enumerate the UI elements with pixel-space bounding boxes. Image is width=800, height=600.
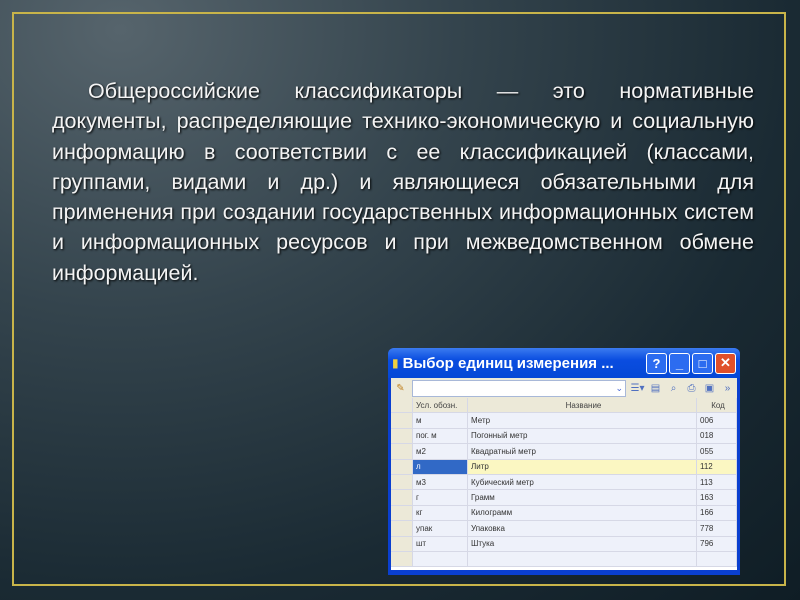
row-selector[interactable] bbox=[391, 521, 413, 537]
row-selector[interactable] bbox=[391, 444, 413, 460]
close-button[interactable]: ✕ bbox=[715, 352, 736, 374]
help-button[interactable]: ? bbox=[646, 352, 667, 374]
cell-abbr[interactable]: м bbox=[413, 413, 468, 429]
empty-cell[interactable] bbox=[697, 551, 737, 568]
cell-code[interactable]: 113 bbox=[697, 474, 737, 491]
toolbar: ✎ ⌄ ☰▾ ▤ ⌕ ⎙ ▣ » bbox=[391, 378, 737, 398]
list-view-icon[interactable]: ☰▾ bbox=[631, 382, 645, 395]
column-header-abbr[interactable]: Усл. обозн. bbox=[413, 398, 468, 414]
cell-abbr[interactable]: упак bbox=[413, 521, 468, 537]
cell-name[interactable]: Упаковка bbox=[468, 521, 697, 537]
window-title: Выбор единиц измерения ... bbox=[402, 354, 614, 372]
minimize-button[interactable]: _ bbox=[669, 352, 690, 374]
cell-code[interactable]: 018 bbox=[697, 428, 737, 445]
window-icon: ▮ bbox=[392, 356, 399, 370]
cell-name[interactable]: Штука bbox=[468, 536, 697, 552]
cell-code[interactable]: 112 bbox=[697, 459, 737, 475]
row-selector[interactable] bbox=[391, 428, 413, 445]
cell-name[interactable]: Квадратный метр bbox=[468, 444, 697, 460]
slide-paragraph: Общероссийские классификаторы — это норм… bbox=[52, 79, 754, 285]
cell-code[interactable]: 778 bbox=[697, 521, 737, 537]
maximize-button[interactable]: □ bbox=[692, 352, 713, 374]
cell-code[interactable]: 055 bbox=[697, 444, 737, 460]
column-header-code[interactable]: Код bbox=[697, 398, 737, 414]
hierarchy-icon[interactable]: ▤ bbox=[649, 382, 662, 395]
cell-name[interactable]: Килограмм bbox=[468, 505, 697, 522]
column-header-name[interactable]: Название bbox=[468, 398, 697, 414]
units-table: Усл. обозн. Название Код м Метр 006 пог. мП… bbox=[391, 398, 737, 570]
row-selector-header bbox=[391, 398, 413, 414]
row-selector[interactable] bbox=[391, 413, 413, 429]
cell-abbr[interactable]: шт bbox=[413, 536, 468, 552]
cell-code[interactable]: 166 bbox=[697, 505, 737, 522]
row-selector[interactable] bbox=[391, 474, 413, 491]
find-icon[interactable]: ⌕ bbox=[667, 382, 680, 395]
print-icon[interactable]: ⎙ bbox=[685, 382, 698, 395]
cell-name[interactable]: Литр bbox=[468, 459, 697, 475]
cell-abbr[interactable]: пог. м bbox=[413, 428, 468, 445]
cell-name[interactable]: Кубический метр bbox=[468, 474, 697, 491]
cell-name[interactable]: Грамм bbox=[468, 490, 697, 506]
clip-icon[interactable]: ✎ bbox=[394, 382, 407, 395]
cell-code[interactable]: 796 bbox=[697, 536, 737, 552]
row-selector[interactable] bbox=[391, 490, 413, 506]
cell-abbr[interactable]: м3 bbox=[413, 474, 468, 491]
row-selector[interactable] bbox=[391, 459, 413, 475]
cell-code[interactable]: 163 bbox=[697, 490, 737, 506]
cell-abbr[interactable]: м2 bbox=[413, 444, 468, 460]
row-selector[interactable] bbox=[391, 536, 413, 552]
more-icon[interactable]: » bbox=[721, 382, 734, 395]
row-selector[interactable] bbox=[391, 505, 413, 522]
cell-abbr[interactable]: кг bbox=[413, 505, 468, 522]
cell-abbr[interactable]: л bbox=[413, 459, 468, 475]
title-bar: ▮ Выбор единиц измерения ... ? _ □ ✕ bbox=[388, 348, 740, 378]
cell-name[interactable]: Погонный метр bbox=[468, 428, 697, 445]
settings-icon[interactable]: ▣ bbox=[703, 382, 716, 395]
cell-name[interactable]: Метр bbox=[468, 413, 697, 429]
cell-abbr[interactable]: г bbox=[413, 490, 468, 506]
search-combo[interactable]: ⌄ bbox=[412, 379, 626, 397]
empty-cell[interactable] bbox=[468, 551, 697, 568]
empty-cell[interactable] bbox=[391, 551, 413, 568]
chevron-down-icon[interactable]: ⌄ bbox=[615, 383, 623, 394]
empty-cell[interactable] bbox=[413, 551, 468, 568]
cell-code[interactable]: 006 bbox=[697, 413, 737, 429]
units-dialog: ▮ Выбор единиц измерения ... ? _ □ ✕ ✎ ⌄… bbox=[388, 348, 740, 575]
